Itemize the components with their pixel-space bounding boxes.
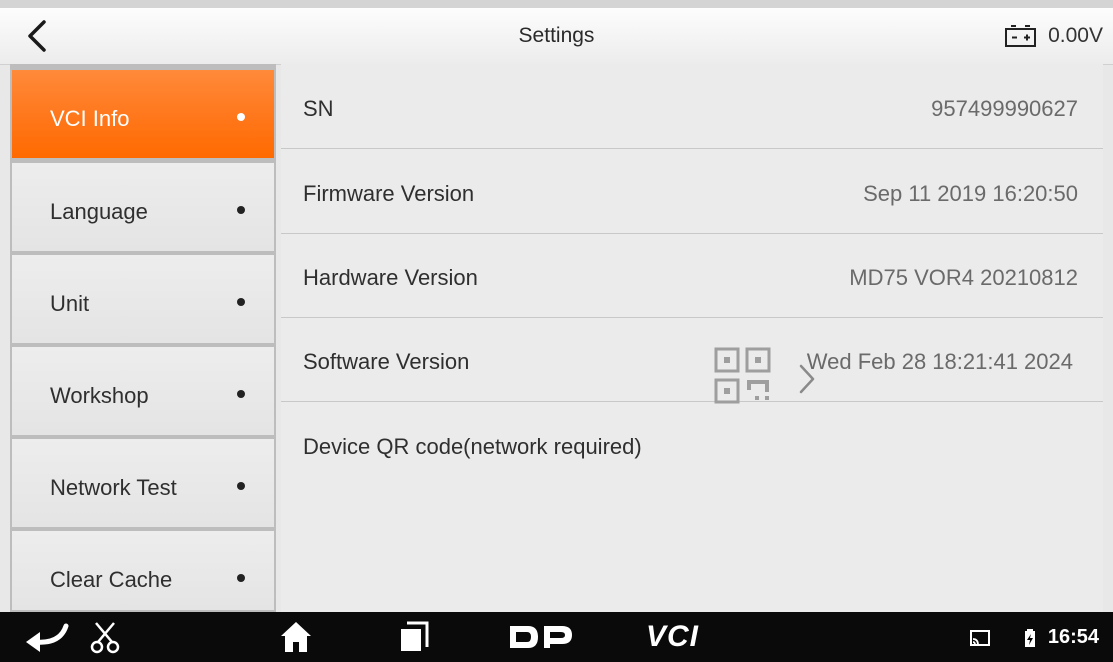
row-label: Device QR code(network required) bbox=[303, 434, 642, 459]
battery-icon bbox=[1005, 25, 1037, 47]
sidebar-item-label: Workshop bbox=[50, 383, 149, 408]
sn-row: SN 957499990627 bbox=[281, 64, 1103, 149]
bullet-icon bbox=[237, 482, 245, 490]
sidebar-item-label: Unit bbox=[50, 291, 90, 316]
clock: 16:54 bbox=[1047, 626, 1099, 648]
vci-logo[interactable]: VCI bbox=[646, 620, 699, 654]
row-label: Hardware Version bbox=[303, 265, 478, 290]
sidebar-item-label: Network Test bbox=[50, 475, 177, 500]
wifi-icon bbox=[998, 633, 1007, 646]
chevron-right-icon bbox=[799, 364, 815, 394]
sidebar-item-vci-info[interactable]: VCI Info bbox=[12, 70, 274, 158]
bullet-icon bbox=[237, 298, 245, 306]
top-strip bbox=[0, 0, 1113, 8]
cast-icon bbox=[970, 630, 990, 646]
status-icons bbox=[969, 628, 1037, 648]
software-version-row: Software Version Wed Feb 28 18:21:41 202… bbox=[281, 317, 1103, 402]
row-value: MD75 VOR4 20210812 bbox=[849, 265, 1078, 290]
bullet-icon bbox=[237, 390, 245, 398]
scissors-icon[interactable] bbox=[90, 620, 120, 654]
row-label: SN bbox=[303, 96, 334, 121]
recent-apps-icon[interactable] bbox=[397, 621, 429, 653]
hardware-version-row: Hardware Version MD75 VOR4 20210812 bbox=[281, 233, 1103, 318]
return-icon[interactable] bbox=[22, 622, 70, 652]
bullet-icon bbox=[237, 574, 245, 582]
battery-voltage: 0.00V bbox=[1048, 24, 1103, 47]
sidebar-item-label: Language bbox=[50, 199, 148, 224]
dp-logo-icon[interactable] bbox=[506, 620, 574, 659]
sidebar-item-label: Clear Cache bbox=[50, 567, 173, 592]
qr-code-icon bbox=[714, 347, 771, 404]
firmware-version-row: Firmware Version Sep 11 2019 16:20:50 bbox=[281, 149, 1103, 234]
device-qr-code-row[interactable]: Device QR code(network required) bbox=[281, 402, 1103, 486]
vci-info-panel: SN 957499990627 Firmware Version Sep 11 … bbox=[281, 64, 1103, 612]
bullet-icon bbox=[237, 113, 245, 121]
sidebar-item-language[interactable]: Language bbox=[12, 163, 274, 251]
row-value: 957499990627 bbox=[931, 96, 1078, 121]
row-value: Sep 11 2019 16:20:50 bbox=[863, 181, 1078, 206]
header-bar: Settings 0.00V bbox=[0, 8, 1113, 65]
sidebar-item-workshop[interactable]: Workshop bbox=[12, 347, 274, 435]
sidebar-item-unit[interactable]: Unit bbox=[12, 255, 274, 343]
home-icon[interactable] bbox=[279, 620, 313, 654]
page-title: Settings bbox=[518, 24, 595, 47]
battery-charging-icon bbox=[1025, 629, 1035, 647]
row-label: Software Version bbox=[303, 349, 470, 374]
battery-status: 0.00V bbox=[1004, 22, 1103, 50]
row-value: Wed Feb 28 18:21:41 2024 bbox=[806, 349, 1073, 374]
sidebar-item-network-test[interactable]: Network Test bbox=[12, 439, 274, 527]
system-nav-bar: VCI 16:54 bbox=[0, 612, 1113, 662]
bullet-icon bbox=[237, 206, 245, 214]
sidebar-item-clear-cache[interactable]: Clear Cache bbox=[12, 531, 274, 610]
row-label: Firmware Version bbox=[303, 181, 475, 206]
sidebar-item-label: VCI Info bbox=[50, 106, 130, 131]
